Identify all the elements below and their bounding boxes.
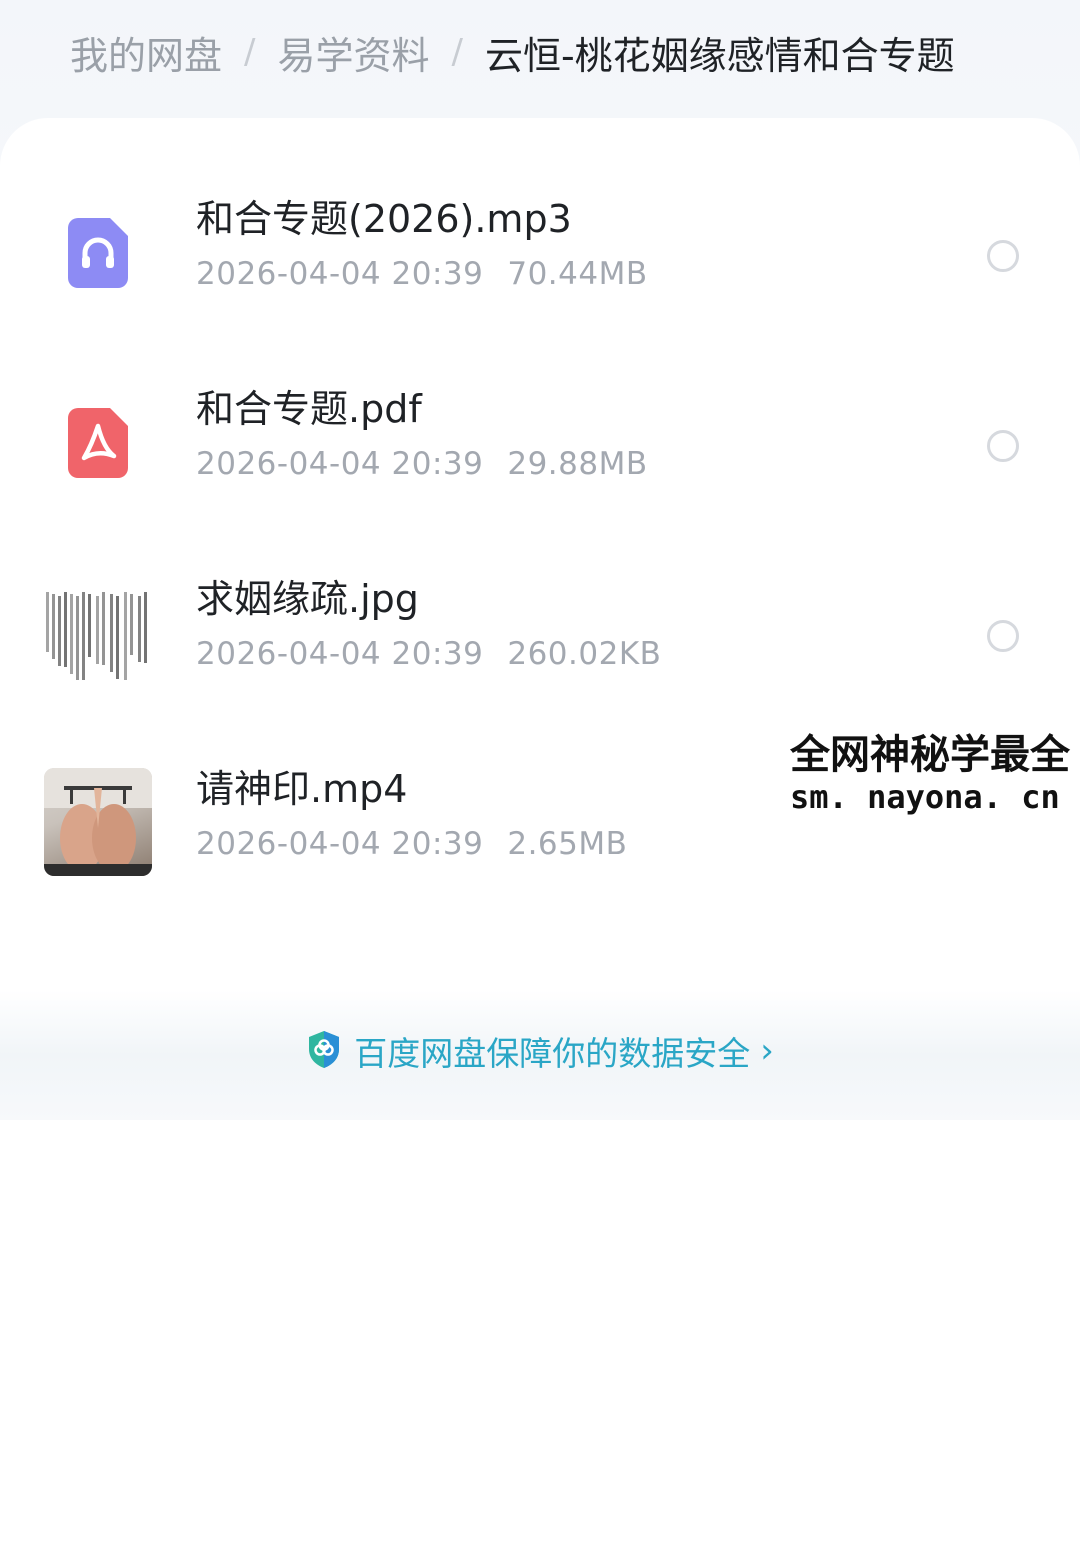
thumbnail-text-column [124, 592, 127, 680]
breadcrumb-separator: / [451, 32, 463, 72]
breadcrumb-item-my-drive[interactable]: 我的网盘 [70, 25, 222, 80]
file-size: 70.44MB [507, 256, 648, 292]
thumbnail-text-column [116, 596, 119, 679]
select-radio[interactable] [987, 430, 1019, 462]
file-date: 2026-04-04 20:39 [196, 636, 484, 672]
thumbnail-text-column [130, 594, 133, 655]
video-thumbnail [44, 768, 152, 876]
shield-icon [306, 1029, 342, 1073]
thumbnail-text-column [46, 592, 49, 652]
audio-file-icon [44, 198, 152, 306]
file-name: 求姻缘疏.jpg [196, 577, 419, 621]
file-meta: 2026-04-04 20:39 2.65MB [196, 826, 627, 862]
thumbnail-text-column [110, 594, 113, 672]
file-name: 请神印.mp4 [196, 767, 408, 811]
breadcrumb-item-folder[interactable]: 易学资料 [277, 25, 429, 80]
watermark-url: sm. nayona. cn [790, 778, 1060, 816]
security-notice-text: 百度网盘保障你的数据安全 [354, 1034, 751, 1073]
breadcrumb: 我的网盘 / 易学资料 / 云恒-桃花姻缘感情和合专题 [70, 24, 955, 80]
breadcrumb-separator: / [244, 32, 256, 72]
file-meta: 2026-04-04 20:39 29.88MB [196, 446, 648, 482]
thumbnail-text-column [138, 596, 141, 662]
thumbnail-text-column [52, 594, 55, 659]
thumbnail-text-column [58, 596, 61, 666]
thumbnail-text-column [64, 592, 67, 667]
thumbnail-text-column [102, 592, 105, 665]
file-row[interactable]: 和合专题.pdf 2026-04-04 20:39 29.88MB [0, 350, 1080, 540]
pdf-file-icon [44, 388, 152, 496]
file-date: 2026-04-04 20:39 [196, 256, 484, 292]
file-row[interactable]: 求姻缘疏.jpg 2026-04-04 20:39 260.02KB [0, 540, 1080, 730]
select-radio[interactable] [987, 620, 1019, 652]
file-name: 和合专题(2026).mp3 [196, 197, 572, 241]
chevron-right-icon: › [760, 1031, 774, 1071]
file-size: 29.88MB [507, 446, 648, 482]
file-date: 2026-04-04 20:39 [196, 446, 484, 482]
thumbnail-text-column [144, 592, 147, 663]
breadcrumb-item-current: 云恒-桃花姻缘感情和合专题 [484, 33, 955, 78]
watermark-title: 全网神秘学最全 [790, 732, 1070, 778]
thumbnail-text-column [88, 594, 91, 657]
file-size: 260.02KB [507, 636, 662, 672]
file-date: 2026-04-04 20:39 [196, 826, 484, 862]
file-list-card: 和合专题(2026).mp3 2026-04-04 20:39 70.44MB 和… [0, 118, 1080, 1008]
security-notice-link[interactable]: 百度网盘保障你的数据安全 › [0, 1028, 1080, 1074]
file-meta: 2026-04-04 20:39 70.44MB [196, 256, 648, 292]
file-size: 2.65MB [507, 826, 628, 862]
watermark-overlay: 全网神秘学最全 sm. nayona. cn [780, 712, 1080, 824]
file-meta: 2026-04-04 20:39 260.02KB [196, 636, 661, 672]
thumbnail-text-column [76, 596, 79, 680]
thumbnail-text-column [82, 592, 85, 680]
file-row[interactable]: 和合专题(2026).mp3 2026-04-04 20:39 70.44MB [0, 160, 1080, 350]
select-radio[interactable] [987, 240, 1019, 272]
image-thumbnail [44, 578, 152, 686]
thumbnail-text-column [96, 596, 99, 664]
file-name: 和合专题.pdf [196, 387, 422, 431]
thumbnail-text-column [70, 594, 73, 674]
